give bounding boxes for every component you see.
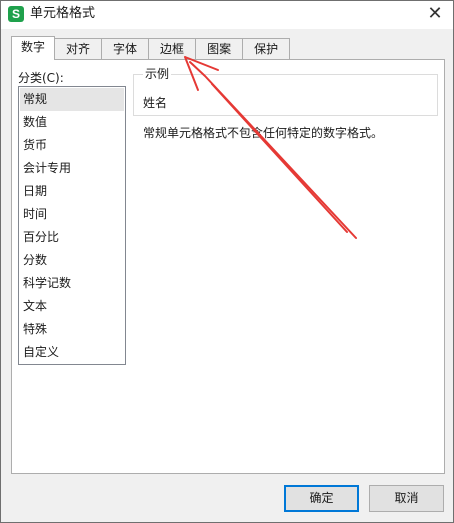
sample-value: 姓名 [143,96,168,110]
tab-panel-number: 分类(C): 常规 数值 货币 会计专用 日期 时间 百分比 分数 科学记数 文… [11,59,445,474]
category-item-accounting[interactable]: 会计专用 [20,157,124,180]
category-item-text[interactable]: 文本 [20,295,124,318]
ok-button[interactable]: 确定 [284,485,359,512]
category-item-percentage[interactable]: 百分比 [20,226,124,249]
tab-number[interactable]: 数字 [11,36,56,60]
category-item-general[interactable]: 常规 [20,88,124,111]
category-item-fraction[interactable]: 分数 [20,249,124,272]
category-item-number[interactable]: 数值 [20,111,124,134]
format-cells-dialog: S 单元格格式 ✕ 数字 对齐 字体 边框 图案 保护 分类(C): 常规 数值… [0,0,454,523]
cancel-button[interactable]: 取消 [369,485,444,512]
category-label: 分类(C): [18,71,64,85]
category-item-time[interactable]: 时间 [20,203,124,226]
tab-border[interactable]: 边框 [148,38,197,59]
tab-alignment[interactable]: 对齐 [54,38,103,59]
tab-protection[interactable]: 保护 [242,38,291,59]
category-item-special[interactable]: 特殊 [20,318,124,341]
dialog-title: 单元格格式 [30,6,96,21]
category-list[interactable]: 常规 数值 货币 会计专用 日期 时间 百分比 分数 科学记数 文本 特殊 自定… [18,86,126,365]
tab-strip: 数字 对齐 字体 边框 图案 保护 [11,36,291,60]
category-item-scientific[interactable]: 科学记数 [20,272,124,295]
tab-font[interactable]: 字体 [101,38,150,59]
category-item-currency[interactable]: 货币 [20,134,124,157]
wps-spreadsheet-icon: S [8,6,24,22]
sample-legend: 示例 [143,67,172,81]
tab-pattern[interactable]: 图案 [195,38,244,59]
sample-group: 姓名 [133,74,438,116]
category-item-date[interactable]: 日期 [20,180,124,203]
category-item-custom[interactable]: 自定义 [20,341,124,364]
close-icon[interactable]: ✕ [421,1,449,29]
title-bar: S 单元格格式 ✕ [1,1,453,29]
format-description: 常规单元格格式不包含任何特定的数字格式。 [143,126,384,140]
